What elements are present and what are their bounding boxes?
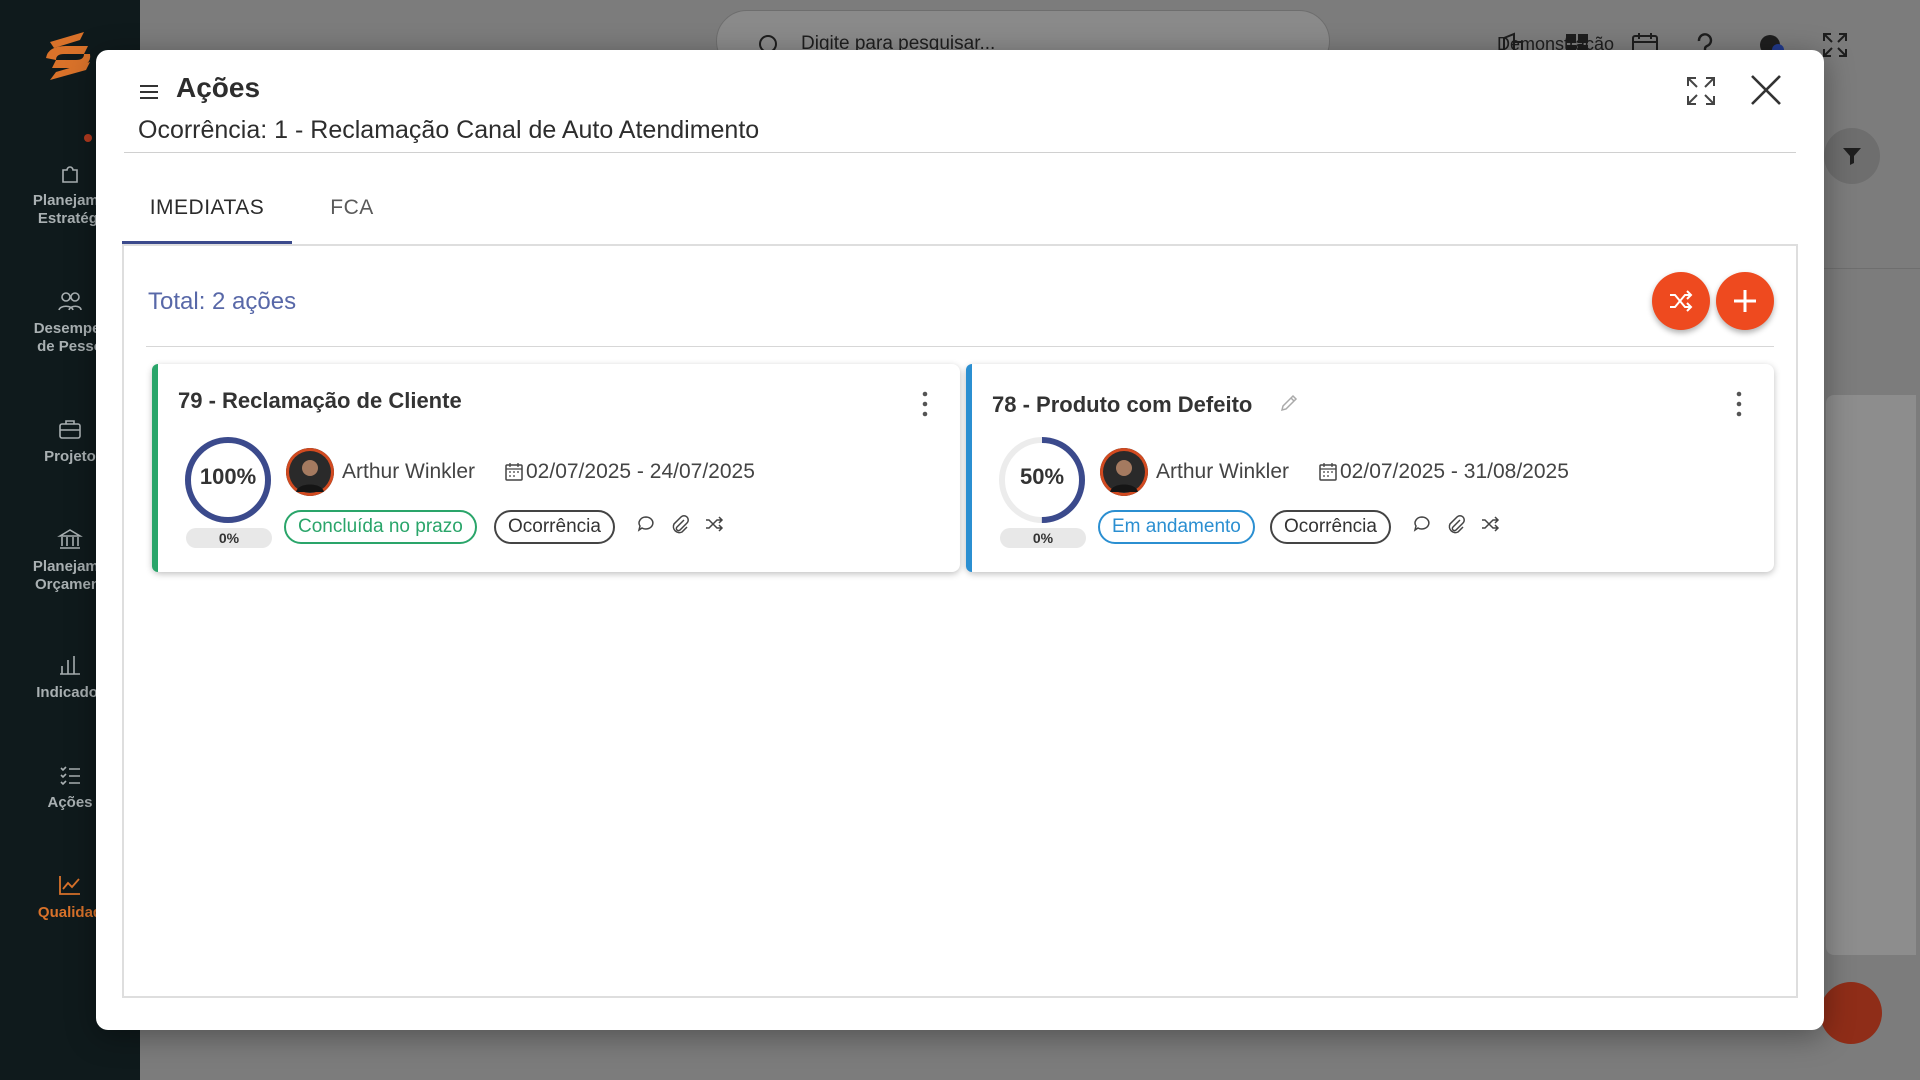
actions-panel: Total: 2 ações 79 - Reclamação de Client… (122, 244, 1798, 998)
more-icon[interactable] (1734, 390, 1744, 418)
fullscreen-icon[interactable] (1820, 30, 1850, 60)
attachment-icon[interactable] (670, 514, 690, 534)
type-badge: Ocorrência (1270, 510, 1391, 544)
panel-divider (146, 346, 1774, 347)
comment-icon[interactable] (636, 514, 656, 534)
sidebar-label: Projeto (44, 448, 96, 465)
briefcase-icon (59, 420, 81, 439)
plus-icon (1734, 290, 1756, 312)
modal-title: Ações (176, 72, 261, 103)
divider (1820, 268, 1920, 269)
responsible-name: Arthur Winkler (342, 460, 476, 483)
status-badge: Concluída no prazo (284, 510, 477, 544)
sidebar-label: Ações (47, 794, 93, 811)
menu-icon[interactable] (138, 82, 160, 102)
avatar (286, 448, 334, 496)
total-count: Total: 2 ações (148, 288, 297, 315)
action-card[interactable]: 78 - Produto com Defeito 50% 0% Arthur W… (966, 364, 1774, 572)
bank-icon (57, 529, 83, 549)
calendar-icon (1319, 463, 1337, 481)
attachment-icon[interactable] (1446, 514, 1466, 534)
app-logo (46, 32, 91, 80)
sidebar-label: de Pesso (37, 338, 103, 355)
sub-progress: 0% (1000, 528, 1086, 548)
filter-button[interactable] (1824, 128, 1880, 184)
close-icon[interactable] (1746, 70, 1786, 110)
checklist-icon (60, 766, 80, 786)
more-icon[interactable] (920, 390, 930, 418)
edit-icon[interactable] (1278, 392, 1300, 414)
sub-progress: 0% (186, 528, 272, 548)
avatar (1100, 448, 1148, 496)
sidebar-label: Orçament (34, 576, 106, 593)
sidebar-label: Indicador (36, 684, 104, 701)
background-more-button[interactable] (1820, 982, 1882, 1044)
sidebar-label: Estratégi (37, 210, 103, 227)
action-title[interactable]: 79 - Reclamação de Cliente (178, 388, 462, 414)
type-badge: Ocorrência (494, 510, 615, 544)
date-range: 02/07/2025 - 24/07/2025 (526, 460, 755, 483)
shuffle-button[interactable] (1652, 272, 1710, 330)
background-panel (1826, 395, 1916, 955)
sidebar-label: Qualidad (37, 904, 103, 921)
puzzle-icon (62, 166, 78, 183)
modal-subtitle: Ocorrência: 1 - Reclamação Canal de Auto… (138, 116, 760, 144)
status-bar (152, 364, 158, 572)
bar-chart-icon (60, 656, 80, 675)
filter-icon (1843, 148, 1861, 165)
status-badge: Em andamento (1098, 510, 1255, 544)
shuffle-icon (1670, 290, 1693, 312)
shuffle-icon[interactable] (1480, 514, 1500, 534)
actions-modal: Ações Ocorrência: 1 - Reclamação Canal d… (96, 50, 1824, 1030)
line-chart-icon (59, 876, 80, 895)
notification-dot (84, 134, 92, 142)
header-divider (124, 152, 1796, 153)
progress-label: 100% (199, 464, 257, 489)
tab-fca[interactable]: FCA (292, 175, 412, 243)
action-card[interactable]: 79 - Reclamação de Cliente 100% 0% Arthu… (152, 364, 960, 572)
progress-label: 50% (1019, 464, 1065, 489)
action-title[interactable]: 78 - Produto com Defeito (992, 392, 1252, 418)
comment-icon[interactable] (1412, 514, 1432, 534)
date-range: 02/07/2025 - 31/08/2025 (1340, 460, 1569, 483)
status-bar (966, 364, 972, 572)
responsible-name: Arthur Winkler (1156, 460, 1290, 483)
tab-imediatas[interactable]: IMEDIATAS (122, 175, 292, 243)
expand-icon[interactable] (1684, 74, 1718, 108)
shuffle-icon[interactable] (704, 514, 724, 534)
calendar-icon (505, 463, 523, 481)
people-icon (58, 292, 82, 311)
add-action-button[interactable] (1716, 272, 1774, 330)
